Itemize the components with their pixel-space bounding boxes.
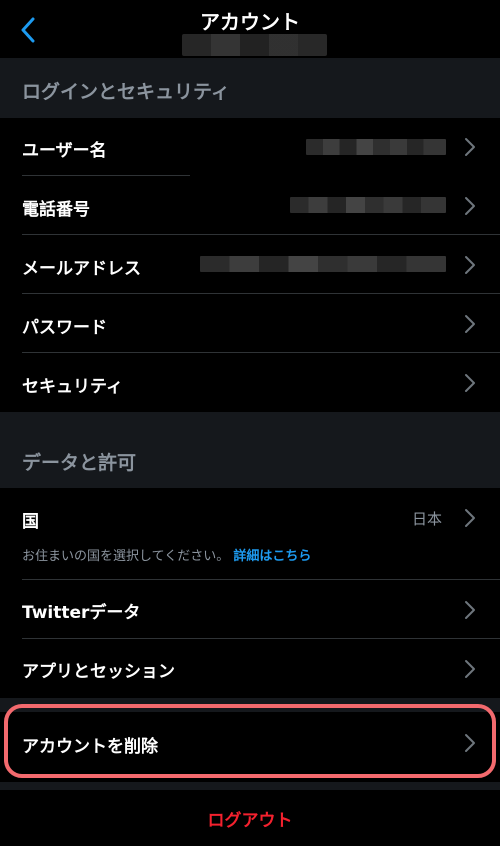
divider bbox=[22, 352, 500, 353]
phone-value-redacted bbox=[290, 197, 446, 213]
row-username[interactable]: ユーザー名 bbox=[0, 118, 500, 176]
row-password[interactable]: パスワード bbox=[0, 295, 500, 353]
chevron-right-icon bbox=[465, 197, 475, 215]
chevron-right-icon bbox=[465, 256, 475, 274]
divider bbox=[22, 175, 190, 176]
row-label: パスワード bbox=[22, 318, 107, 338]
divider bbox=[22, 638, 500, 639]
row-label: 電話番号 bbox=[22, 200, 90, 220]
section-login-security: ログインとセキュリティ bbox=[0, 58, 500, 118]
row-twitter-data[interactable]: Twitterデータ bbox=[0, 581, 500, 639]
row-label: セキュリティ bbox=[22, 377, 123, 397]
learn-more-link[interactable]: 詳細はこちら bbox=[233, 549, 311, 564]
chevron-right-icon bbox=[465, 509, 475, 527]
row-label: アプリとセッション bbox=[22, 662, 175, 682]
row-label: 国 bbox=[22, 512, 39, 532]
divider bbox=[22, 579, 500, 580]
country-value: 日本 bbox=[411, 510, 442, 528]
account-settings-screen: アカウント ログインとセキュリティ ユーザー名 電話番号 メールアドレス パスワ… bbox=[0, 0, 500, 846]
section-title: データと許可 bbox=[22, 452, 137, 474]
highlight-outline bbox=[4, 704, 496, 778]
chevron-right-icon bbox=[465, 660, 475, 678]
row-phone[interactable]: 電話番号 bbox=[0, 177, 500, 235]
row-label: メールアドレス bbox=[22, 259, 141, 279]
chevron-right-icon bbox=[465, 601, 475, 619]
username-value-redacted bbox=[306, 139, 446, 155]
section-gap bbox=[0, 782, 500, 790]
page-title: アカウント bbox=[200, 10, 300, 34]
account-handle-redacted bbox=[182, 34, 327, 56]
row-country[interactable]: 国 日本 お住まいの国を選択してください。 詳細はこちら bbox=[0, 488, 500, 580]
row-apps-sessions[interactable]: アプリとセッション bbox=[0, 640, 500, 698]
country-hint: お住まいの国を選択してください。 詳細はこちら bbox=[22, 545, 311, 564]
section-title: ログインとセキュリティ bbox=[22, 81, 230, 103]
chevron-right-icon bbox=[465, 315, 475, 333]
chevron-right-icon bbox=[465, 374, 475, 392]
top-bar: アカウント bbox=[0, 0, 500, 58]
country-hint-text: お住まいの国を選択してください。 bbox=[22, 549, 230, 564]
section-data-permissions: データと許可 bbox=[0, 412, 500, 488]
chevron-right-icon bbox=[465, 138, 475, 156]
row-security[interactable]: セキュリティ bbox=[0, 354, 500, 412]
divider bbox=[22, 293, 500, 294]
email-value-redacted bbox=[200, 256, 446, 272]
row-email[interactable]: メールアドレス bbox=[0, 236, 500, 294]
divider bbox=[22, 234, 500, 235]
row-label: ユーザー名 bbox=[22, 141, 107, 161]
row-label: Twitterデータ bbox=[22, 603, 141, 623]
logout-button[interactable]: ログアウト bbox=[0, 806, 500, 831]
